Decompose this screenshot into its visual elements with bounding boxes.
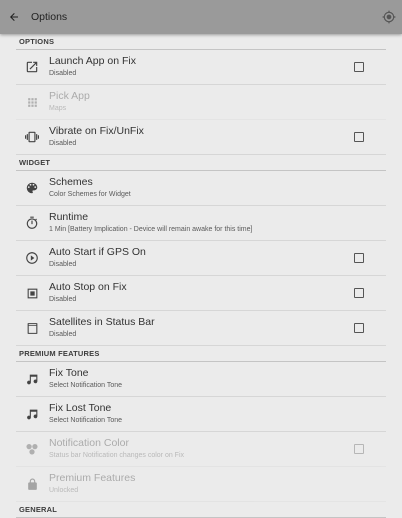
gps-fixed-icon — [382, 10, 396, 24]
pref-title: Fix Lost Tone — [49, 402, 112, 414]
pref-title: Pick App — [49, 90, 90, 102]
play-circle-icon — [26, 252, 38, 264]
pref-title: Vibrate on Fix/UnFix — [49, 125, 144, 137]
page-title: Options — [31, 11, 68, 23]
music-note-icon — [26, 409, 37, 419]
pref-summary: Color Schemes for Widget — [49, 191, 131, 198]
pref-satellites-status-bar[interactable]: Satellites in Status Bar Disabled — [16, 311, 386, 346]
music-note-icon — [26, 374, 37, 384]
timer-icon — [26, 216, 38, 229]
preferences-list: OPTIONS Launch App on Fix Disabled Pick … — [0, 34, 402, 518]
pref-title: Runtime — [49, 211, 89, 223]
pref-launch-app-on-fix[interactable]: Launch App on Fix Disabled — [16, 50, 386, 85]
palette-icon — [26, 182, 38, 194]
pref-summary: Disabled — [49, 140, 77, 147]
notification-color-checkbox — [354, 444, 364, 454]
pref-summary: Status bar Notification changes color on… — [49, 452, 185, 459]
section-header-widget: WIDGET — [16, 155, 386, 171]
app-bar: Options — [0, 0, 402, 34]
pref-runtime[interactable]: Runtime 1 Min [Battery Implication - Dev… — [16, 206, 386, 241]
color-dots-icon — [26, 444, 38, 455]
pref-title: Auto Start if GPS On — [49, 246, 146, 258]
pref-auto-start[interactable]: Auto Start if GPS On Disabled — [16, 241, 386, 276]
pref-summary: 1 Min [Battery Implication - Device will… — [49, 226, 253, 233]
stop-square-icon — [27, 288, 37, 298]
pref-title: Launch App on Fix — [49, 55, 136, 67]
gps-button[interactable] — [380, 8, 398, 26]
section-header-premium: PREMIUM FEATURES — [16, 346, 386, 362]
pref-title: Schemes — [49, 176, 93, 188]
pref-summary: Maps — [49, 105, 67, 112]
pref-vibrate-on-fix[interactable]: Vibrate on Fix/UnFix Disabled — [16, 120, 386, 155]
section-header-options: OPTIONS — [16, 34, 386, 50]
pref-premium-features: Premium Features Unlocked — [16, 467, 386, 502]
pref-auto-stop[interactable]: Auto Stop on Fix Disabled — [16, 276, 386, 311]
pref-summary: Unlocked — [49, 487, 79, 494]
section-label: GENERAL — [19, 505, 58, 514]
pref-title: Auto Stop on Fix — [49, 281, 127, 293]
pref-title: Satellites in Status Bar — [49, 316, 155, 328]
pref-fix-tone[interactable]: Fix Tone Select Notification Tone — [16, 362, 386, 397]
vibration-icon — [25, 131, 39, 143]
section-label: OPTIONS — [19, 37, 55, 46]
section-label: PREMIUM FEATURES — [19, 349, 100, 358]
pref-summary: Select Notification Tone — [49, 382, 123, 389]
section-label: WIDGET — [19, 158, 51, 167]
lock-icon — [27, 478, 37, 490]
launch-app-checkbox[interactable] — [354, 62, 364, 72]
pref-title: Fix Tone — [49, 367, 89, 379]
pref-summary: Disabled — [49, 261, 77, 268]
pref-fix-lost-tone[interactable]: Fix Lost Tone Select Notification Tone — [16, 397, 386, 432]
pref-title: Premium Features — [49, 472, 136, 484]
arrow-back-icon — [10, 13, 18, 21]
back-button[interactable] — [1, 0, 27, 34]
open-in-new-icon — [26, 61, 38, 73]
pref-summary: Disabled — [49, 331, 77, 338]
pref-summary: Disabled — [49, 296, 77, 303]
auto-start-checkbox[interactable] — [354, 253, 364, 263]
pref-notification-color: Notification Color Status bar Notificati… — [16, 432, 386, 467]
section-header-general: GENERAL — [16, 502, 386, 518]
auto-stop-checkbox[interactable] — [354, 288, 364, 298]
vibrate-checkbox[interactable] — [354, 132, 364, 142]
pref-summary: Disabled — [49, 70, 77, 77]
pref-schemes[interactable]: Schemes Color Schemes for Widget — [16, 171, 386, 206]
apps-grid-icon — [27, 97, 37, 107]
status-bar-icon — [27, 322, 37, 334]
pref-pick-app: Pick App Maps — [16, 85, 386, 120]
pref-title: Notification Color — [49, 437, 129, 449]
satellites-checkbox[interactable] — [354, 323, 364, 333]
pref-summary: Select Notification Tone — [49, 417, 123, 424]
